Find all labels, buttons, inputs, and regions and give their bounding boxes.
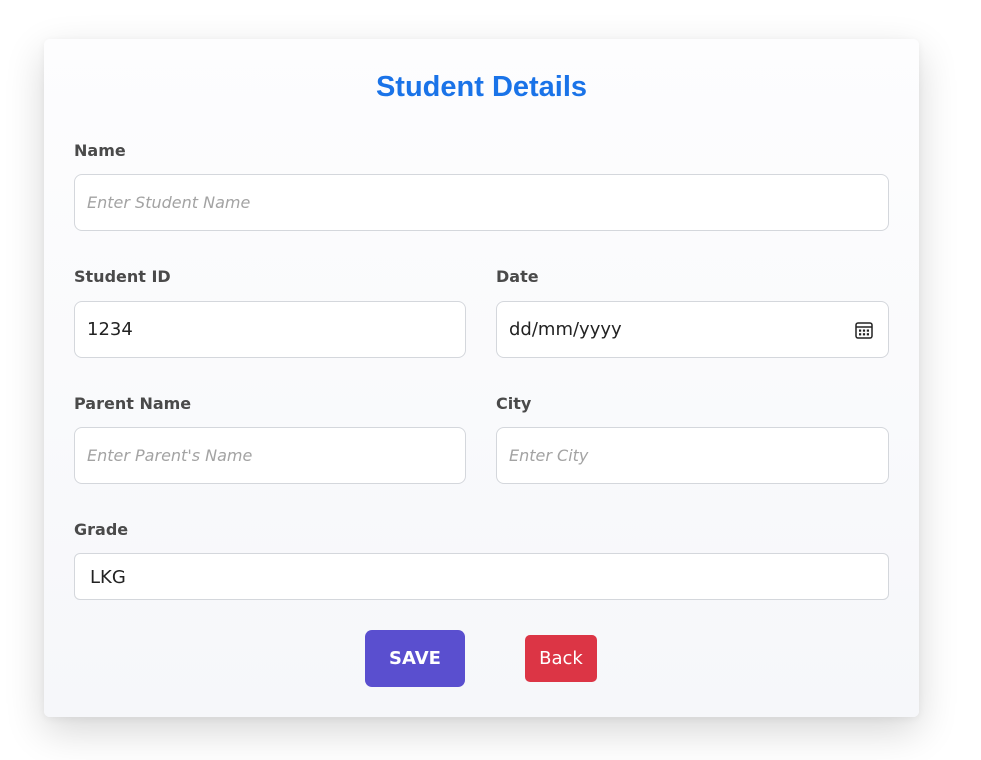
student-details-card: Student Details Name Student ID Date dd/…	[44, 39, 919, 717]
city-input[interactable]	[496, 427, 889, 484]
name-label: Name	[74, 141, 126, 160]
city-label: City	[496, 394, 532, 413]
calendar-icon[interactable]	[854, 320, 874, 340]
grade-label: Grade	[74, 520, 129, 539]
date-label: Date	[496, 267, 539, 286]
student-id-input[interactable]	[74, 301, 466, 358]
grade-selected-value: LKG	[90, 567, 126, 588]
date-value: dd/mm/yyyy	[509, 319, 622, 340]
save-button[interactable]: SAVE	[365, 630, 465, 687]
grade-select[interactable]: LKG	[74, 553, 889, 600]
student-name-input[interactable]	[74, 174, 889, 231]
date-input[interactable]: dd/mm/yyyy	[496, 301, 889, 358]
page-title: Student Details	[375, 71, 588, 103]
parent-name-label: Parent Name	[74, 394, 192, 413]
back-button[interactable]: Back	[525, 635, 597, 682]
student-id-label: Student ID	[74, 267, 171, 286]
parent-name-input[interactable]	[74, 427, 466, 484]
